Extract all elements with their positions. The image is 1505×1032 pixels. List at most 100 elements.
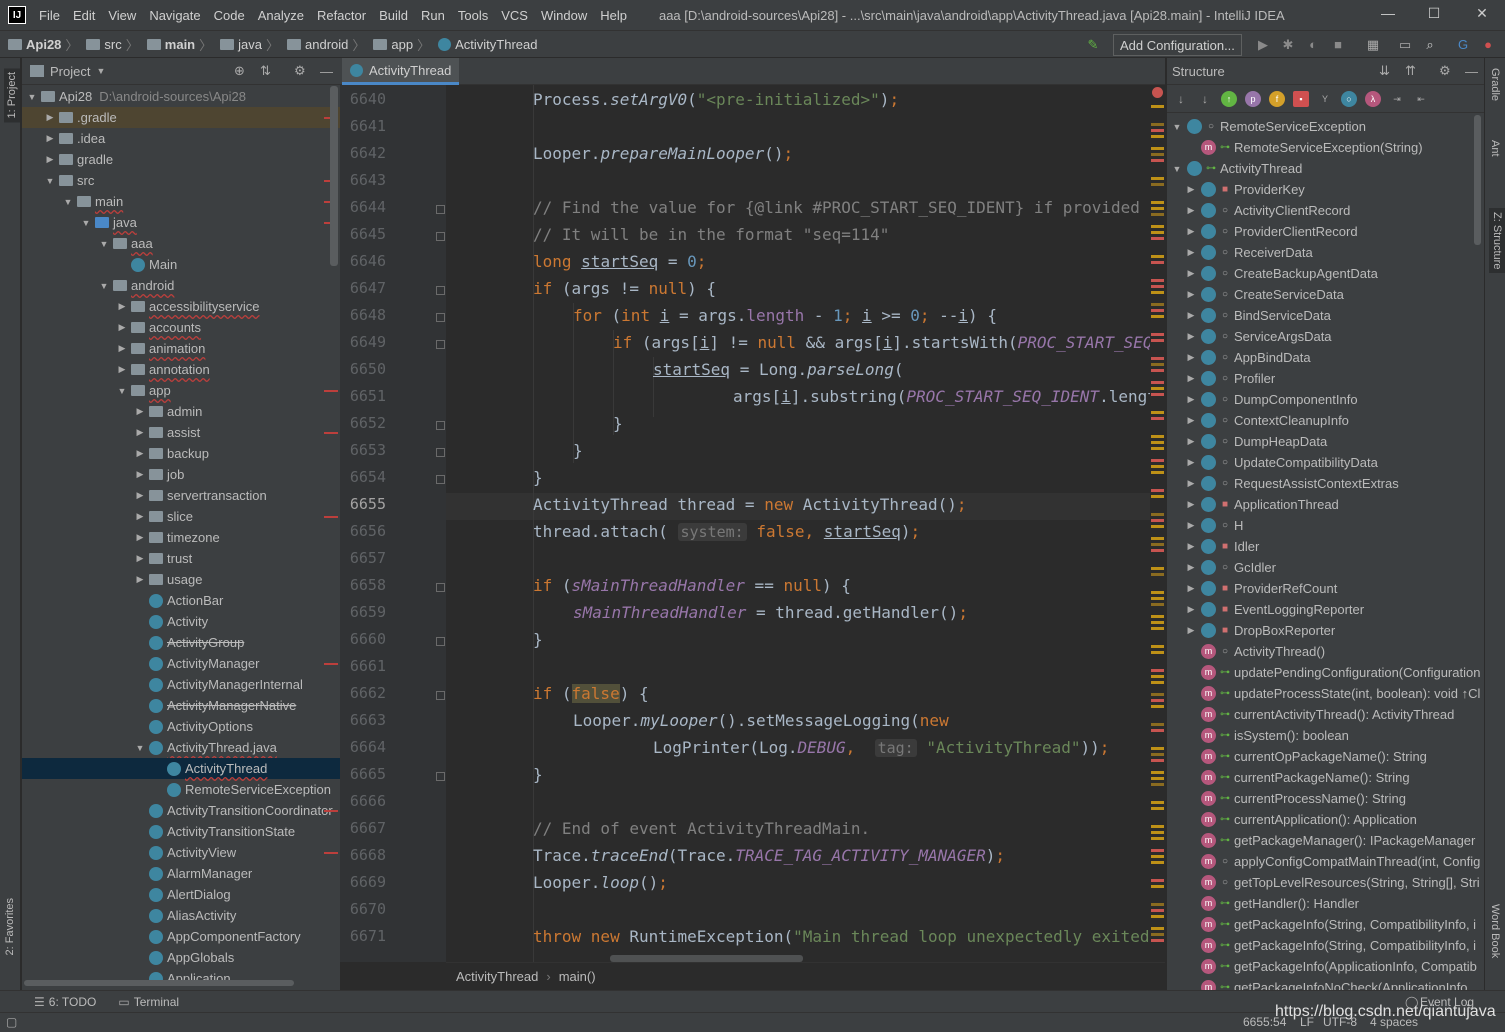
structure-item[interactable]: ▶ ○ ContextCleanupInfo — [1167, 410, 1485, 431]
terminal-window-icon[interactable]: ▭ — [1397, 37, 1413, 53]
structure-item[interactable]: ▶ ■ ProviderRefCount — [1167, 578, 1485, 599]
stripe-marker[interactable] — [1151, 645, 1164, 648]
structure-item[interactable]: ▶ ○ ServiceArgsData — [1167, 326, 1485, 347]
tree-item[interactable]: ▶ gradle — [22, 149, 340, 170]
collapse-all-icon[interactable]: ⇅ — [260, 63, 271, 79]
stripe-marker[interactable] — [1151, 333, 1164, 336]
menu-view[interactable]: View — [108, 8, 136, 23]
chevron-down-icon[interactable]: ▼ — [1171, 164, 1183, 174]
fold-marker-icon[interactable] — [436, 637, 445, 646]
stripe-marker[interactable] — [1151, 291, 1164, 294]
chevron-right-icon[interactable]: ▶ — [44, 154, 56, 165]
fold-marker-icon[interactable] — [436, 340, 445, 349]
stripe-marker[interactable] — [1151, 285, 1164, 288]
chevron-right-icon[interactable]: ▶ — [134, 448, 146, 459]
run-icon[interactable]: ▶ — [1255, 37, 1271, 53]
structure-item[interactable]: ▶ ■ DropBoxReporter — [1167, 620, 1485, 641]
breadcrumb-item[interactable]: src 〉 — [78, 35, 139, 54]
chevron-right-icon[interactable]: ▶ — [1185, 457, 1197, 468]
add-configuration-button[interactable]: Add Configuration... — [1113, 34, 1242, 56]
structure-item[interactable]: ▶ ○ DumpHeapData — [1167, 431, 1485, 452]
structure-item[interactable]: m ⊶ updateProcessState(int, boolean): void… — [1167, 683, 1485, 704]
breadcrumb-method[interactable]: main() — [559, 969, 596, 984]
editor-hscrollbar[interactable] — [610, 955, 803, 962]
breadcrumb-item[interactable]: app 〉 — [365, 35, 430, 54]
structure-item[interactable]: m ⊶ getPackageManager(): IPackageManager — [1167, 830, 1485, 851]
structure-item[interactable]: ▶ ○ CreateServiceData — [1167, 284, 1485, 305]
chevron-right-icon[interactable]: ▶ — [1185, 583, 1197, 594]
stripe-marker[interactable] — [1151, 837, 1164, 840]
stripe-marker[interactable] — [1151, 129, 1164, 132]
chevron-right-icon[interactable]: ▶ — [1185, 625, 1197, 636]
stripe-marker[interactable] — [1151, 825, 1164, 828]
stripe-marker[interactable] — [1151, 255, 1164, 258]
chevron-right-icon[interactable]: ▶ — [1185, 478, 1197, 489]
stripe-marker[interactable] — [1151, 771, 1164, 774]
stripe-marker[interactable] — [1151, 615, 1164, 618]
chevron-right-icon[interactable]: ▶ — [44, 112, 56, 123]
tree-item[interactable]: ▼ aaa — [22, 233, 340, 254]
search-icon[interactable]: ⌕ — [1422, 37, 1438, 53]
chevron-right-icon[interactable]: ▶ — [1185, 310, 1197, 321]
breadcrumb-item[interactable]: java 〉 — [212, 35, 279, 54]
chevron-right-icon[interactable]: ▶ — [116, 322, 128, 333]
fold-marker-icon[interactable] — [436, 232, 445, 241]
stripe-marker[interactable] — [1151, 135, 1164, 138]
stripe-marker[interactable] — [1151, 927, 1164, 930]
stripe-marker[interactable] — [1151, 681, 1164, 684]
stripe-marker[interactable] — [1151, 411, 1164, 414]
stripe-marker[interactable] — [1151, 549, 1164, 552]
stripe-marker[interactable] — [1151, 147, 1164, 150]
tree-item[interactable]: ActivityOptions — [22, 716, 340, 737]
fold-marker-icon[interactable] — [436, 583, 445, 592]
breadcrumb-item[interactable]: android 〉 — [279, 35, 365, 54]
structure-item[interactable]: ▼ ○ RemoteServiceException — [1167, 116, 1485, 137]
stripe-marker[interactable] — [1151, 315, 1164, 318]
stripe-marker[interactable] — [1151, 885, 1164, 888]
fold-marker-icon[interactable] — [436, 205, 445, 214]
stripe-marker[interactable] — [1151, 309, 1164, 312]
stripe-marker[interactable] — [1151, 465, 1164, 468]
show-lambdas-icon[interactable]: λ — [1365, 90, 1381, 107]
structure-item[interactable]: m ⊶ currentOpPackageName(): String — [1167, 746, 1485, 767]
structure-item[interactable]: ▶ ○ CreateBackupAgentData — [1167, 263, 1485, 284]
tree-item[interactable]: ▶ assist — [22, 422, 340, 443]
project-structure-icon[interactable]: ▦ — [1365, 37, 1381, 53]
stripe-marker[interactable] — [1151, 855, 1164, 858]
stripe-marker[interactable] — [1151, 723, 1164, 726]
structure-item[interactable]: m ⊶ getPackageInfo(String, CompatibilityIn… — [1167, 935, 1485, 956]
stripe-marker[interactable] — [1151, 489, 1164, 492]
stripe-marker[interactable] — [1151, 279, 1164, 282]
debug-icon[interactable]: ✱ — [1280, 37, 1296, 53]
menu-tools[interactable]: Tools — [458, 8, 488, 23]
chevron-right-icon[interactable]: ▶ — [116, 301, 128, 312]
stripe-marker[interactable] — [1151, 123, 1164, 126]
stripe-marker[interactable] — [1151, 357, 1164, 360]
project-panel-title[interactable]: Project — [50, 64, 90, 79]
stripe-marker[interactable] — [1151, 729, 1164, 732]
stripe-marker[interactable] — [1151, 777, 1164, 780]
autoscroll-from-source-icon[interactable]: ⇤ — [1413, 91, 1429, 107]
show-anonymous-icon[interactable]: Y — [1317, 91, 1333, 107]
tree-item[interactable]: ActivityThread — [22, 758, 340, 779]
tree-item[interactable]: ▶ servertransaction — [22, 485, 340, 506]
tree-item[interactable]: ActivityTransitionState — [22, 821, 340, 842]
structure-item[interactable]: m ⊶ getHandler(): Handler — [1167, 893, 1485, 914]
stripe-marker[interactable] — [1151, 213, 1164, 216]
code-editor[interactable]: Process.setArgV0("<pre-initialized>"); L… — [446, 85, 1150, 962]
structure-tool-tab[interactable]: Z: Structure — [1489, 208, 1505, 274]
tree-item[interactable]: ▶ trust — [22, 548, 340, 569]
structure-item[interactable]: m ○ ActivityThread() — [1167, 641, 1485, 662]
stripe-marker[interactable] — [1151, 879, 1164, 882]
chevron-right-icon[interactable]: ▶ — [1185, 373, 1197, 384]
project-scrollbar[interactable] — [330, 86, 338, 266]
stripe-marker[interactable] — [1151, 417, 1164, 420]
gear-icon[interactable]: ⚙ — [1439, 63, 1451, 79]
structure-item[interactable]: m ○ getTopLevelResources(String, String[],… — [1167, 872, 1485, 893]
chevron-right-icon[interactable]: ▶ — [1185, 499, 1197, 510]
structure-item[interactable]: m ⊶ currentPackageName(): String — [1167, 767, 1485, 788]
chevron-down-icon[interactable]: ▼ — [80, 218, 92, 228]
hammer-icon[interactable]: ✎ — [1085, 37, 1101, 53]
word-book-tool-tab[interactable]: Word Book — [1489, 904, 1501, 958]
structure-item[interactable]: ▶ ○ ReceiverData — [1167, 242, 1485, 263]
